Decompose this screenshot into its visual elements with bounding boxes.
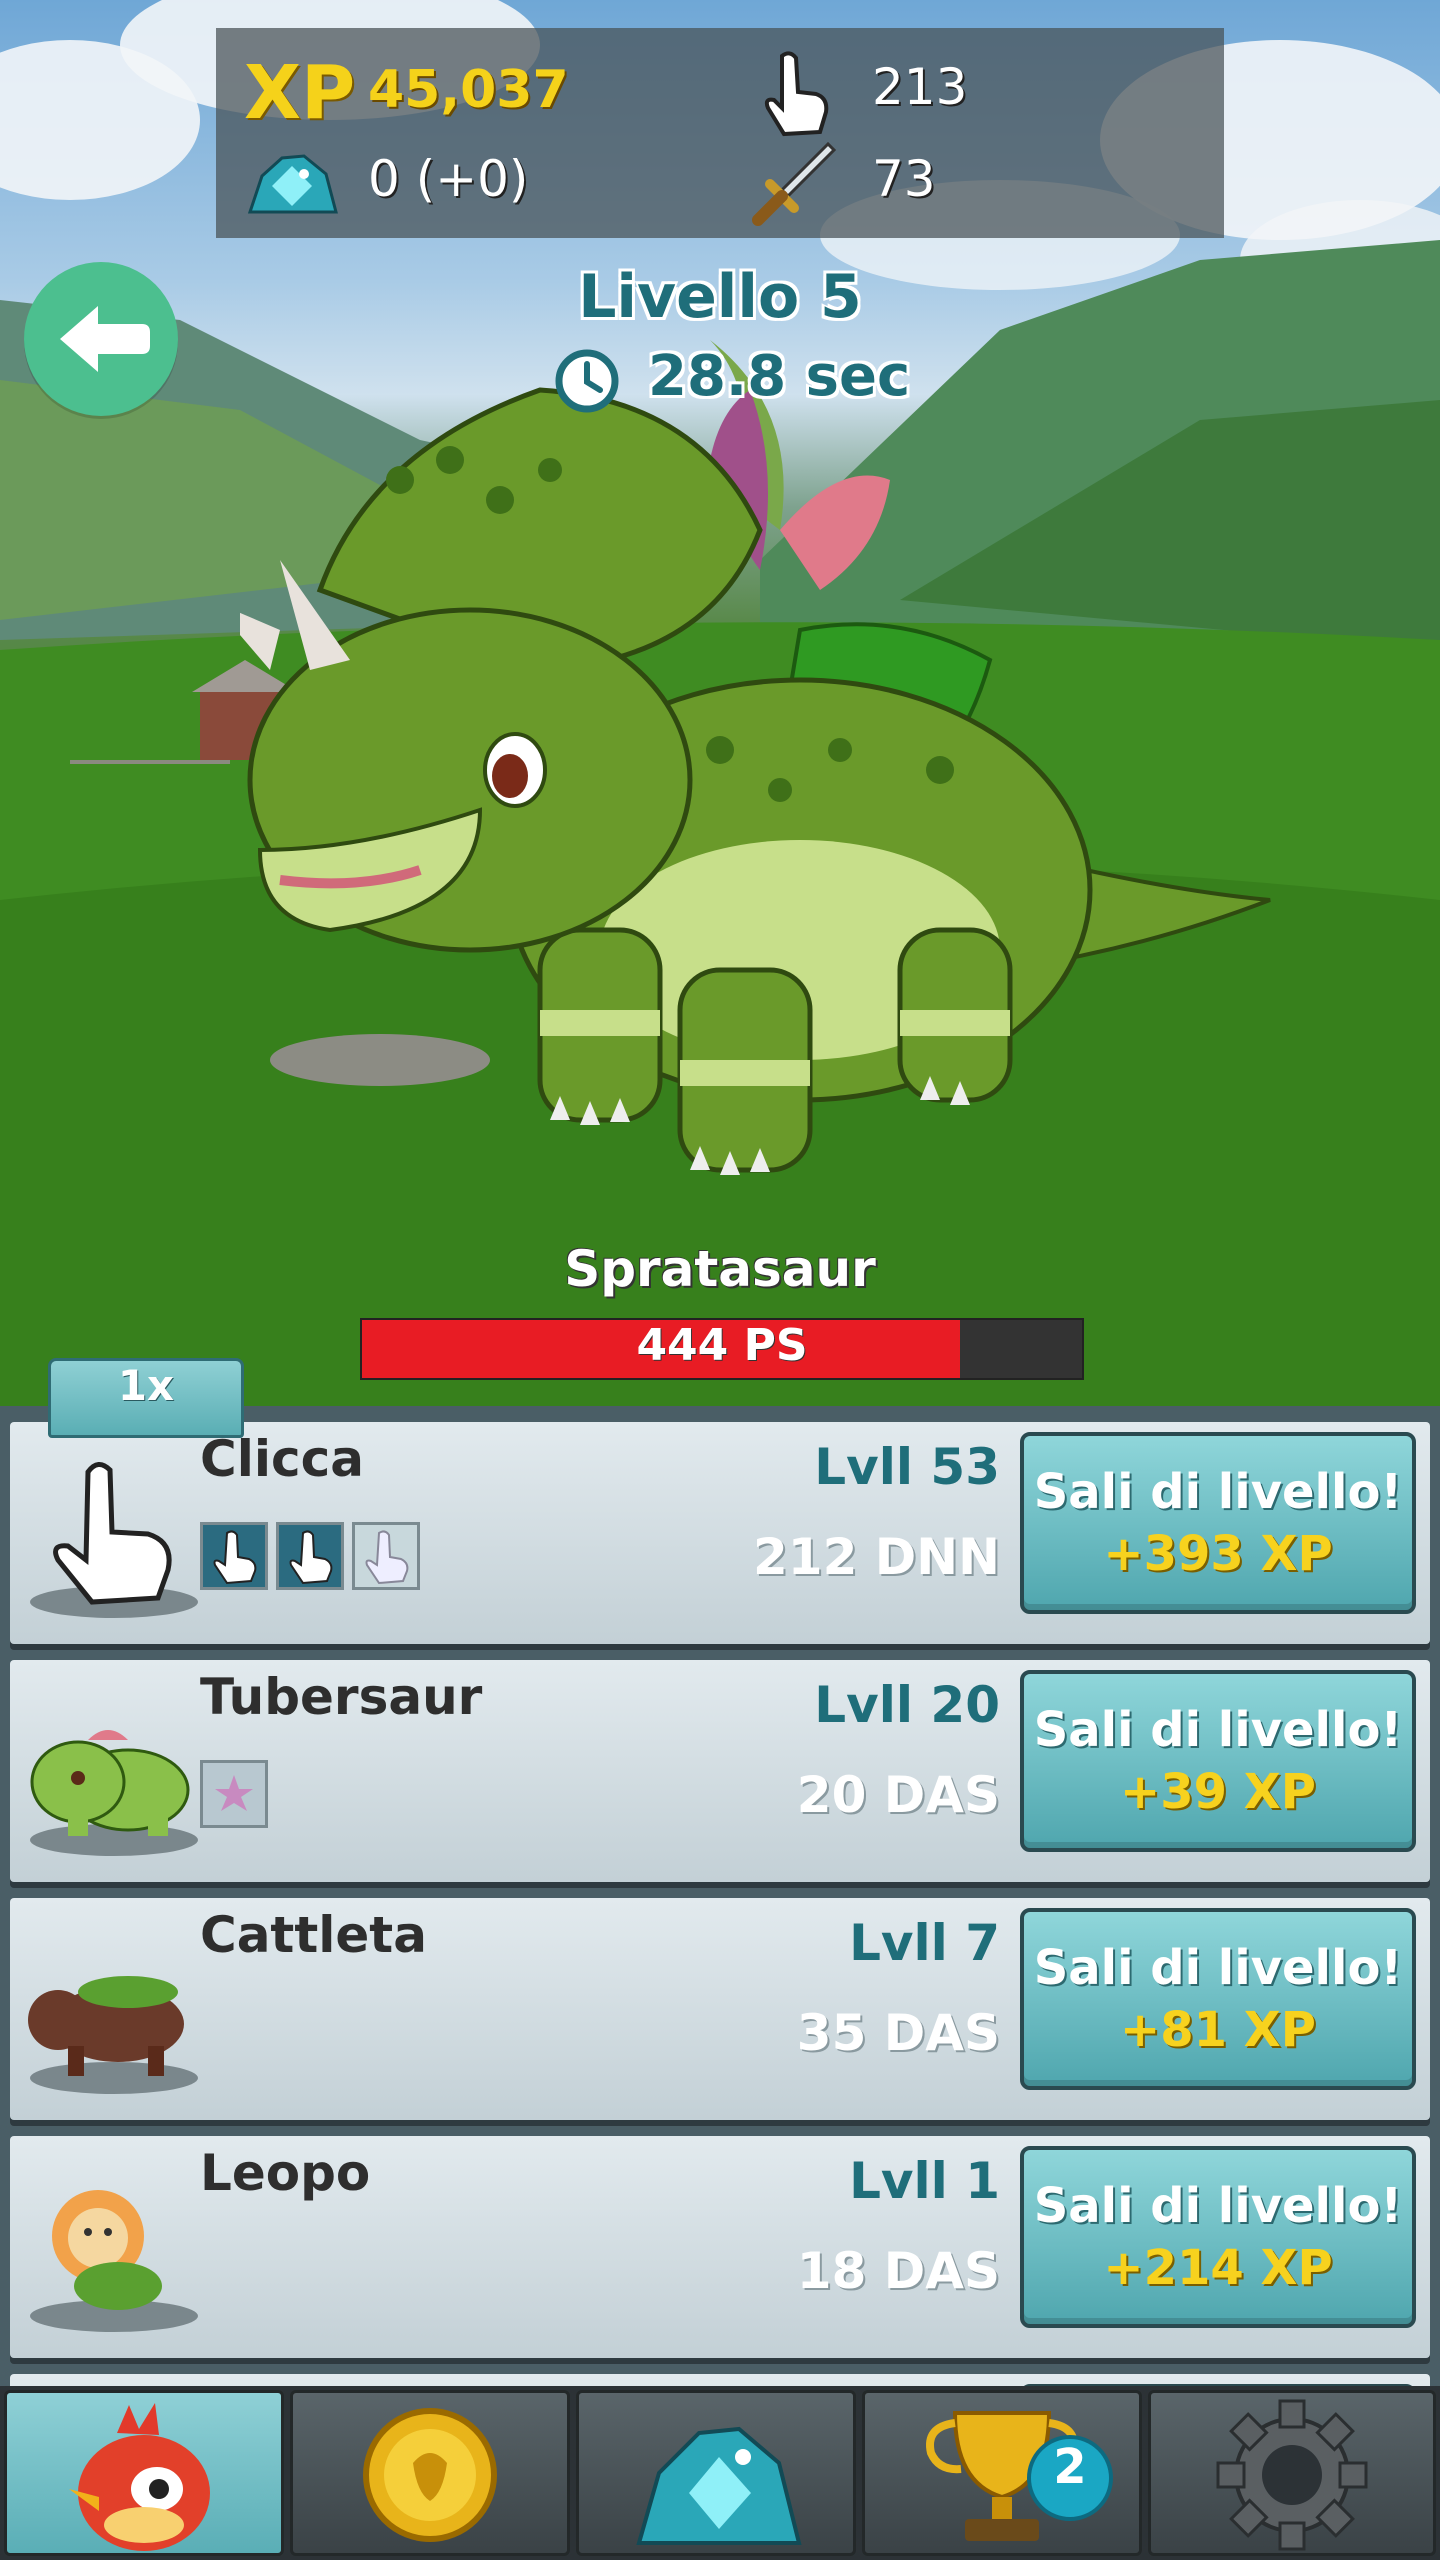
nav-tab-shop[interactable] xyxy=(290,2390,570,2556)
level-up-label: Sali di livello! xyxy=(1033,1940,1403,1996)
back-button[interactable] xyxy=(24,262,178,416)
timer-text: 28.8 sec xyxy=(648,344,911,409)
gems-icon xyxy=(636,2426,802,2545)
arrow-left-icon xyxy=(60,306,150,372)
monster-sprite[interactable] xyxy=(240,330,1300,1270)
hp-bar: 444 PS xyxy=(360,1318,1084,1380)
upgrade-row-tubersaur: Tubersaur Lvll 20 20 DAS Sali di livello… xyxy=(10,1660,1430,1882)
skill-slot-2 xyxy=(276,1522,344,1590)
upgrade-name: Clicca xyxy=(200,1430,364,1488)
upgrade-damage: 18 DAS xyxy=(796,2242,1000,2300)
nav-tab-gems[interactable] xyxy=(576,2390,856,2556)
xp-label: XP xyxy=(244,50,356,136)
upgrade-level: Lvll 7 xyxy=(849,1914,1000,1972)
xp-value: 45,037 xyxy=(368,60,569,120)
level-up-cost: +393 XP xyxy=(1103,1526,1333,1582)
upgrade-damage: 212 DNN xyxy=(753,1528,1000,1586)
level-up-button[interactable]: Sali di livello! +39 XP xyxy=(1020,1670,1416,1852)
tap-hand-icon xyxy=(289,1530,333,1585)
level-up-label: Sali di livello! xyxy=(1033,1464,1403,1520)
gems-value: 0 (+0) xyxy=(368,150,529,208)
level-up-cost: +39 XP xyxy=(1120,1764,1316,1820)
notification-badge: 2 xyxy=(1027,2435,1113,2521)
monster-name: Spratasaur xyxy=(564,1240,876,1298)
upgrade-level: Lvll 20 xyxy=(814,1676,1000,1734)
upgrade-name: Tubersaur xyxy=(200,1668,483,1726)
bird-icon xyxy=(69,2403,210,2551)
upgrade-list[interactable]: Clicca Lvll 53 212 DNN Sali di livello! … xyxy=(0,1406,1440,2390)
tubersaur-portrait xyxy=(30,1730,198,1856)
upgrade-level: Lvll 53 xyxy=(814,1438,1000,1496)
nav-tab-heroes[interactable] xyxy=(4,2390,284,2556)
upgrade-damage: 35 DAS xyxy=(796,2004,1000,2062)
skill-slot-3 xyxy=(352,1522,420,1590)
level-up-button[interactable]: Sali di livello! +393 XP xyxy=(1020,1432,1416,1614)
attack-value: 73 xyxy=(872,150,936,208)
tap-damage-value: 213 xyxy=(872,58,968,116)
nav-tab-settings[interactable] xyxy=(1148,2390,1436,2556)
cattleta-portrait xyxy=(28,1976,198,2094)
fence xyxy=(70,760,230,764)
level-title: Livello 5 xyxy=(578,262,862,332)
upgrade-row-cattleta: Cattleta Lvll 7 35 DAS Sali di livello! … xyxy=(10,1898,1430,2120)
stats-panel: XP 45,037 0 (+0) 213 73 xyxy=(216,28,1224,238)
multiplier-tab[interactable]: 1x xyxy=(48,1358,244,1438)
skill-slot-1 xyxy=(200,1760,268,1828)
gems-icon xyxy=(247,154,338,214)
sword-icon xyxy=(752,141,837,226)
level-up-button[interactable]: Sali di livello! +81 XP xyxy=(1020,1908,1416,2090)
upgrade-name: Cattleta xyxy=(200,1906,427,1964)
tap-hand-icon xyxy=(764,51,829,137)
upgrade-row-leopo: Leopo Lvll 1 18 DAS Sali di livello! +21… xyxy=(10,2136,1430,2358)
skill-slot-1 xyxy=(200,1522,268,1590)
flower-icon xyxy=(215,1775,253,1811)
level-up-cost: +81 XP xyxy=(1120,2002,1316,2058)
level-up-button[interactable]: Sali di livello! +214 XP xyxy=(1020,2146,1416,2328)
tap-hand-icon xyxy=(30,1462,198,1618)
tap-hand-icon xyxy=(213,1530,257,1585)
upgrade-row-clicca: Clicca Lvll 53 212 DNN Sali di livello! … xyxy=(10,1422,1430,1644)
leopo-portrait xyxy=(30,2190,198,2332)
upgrade-level: Lvll 1 xyxy=(849,2152,1000,2210)
bottom-nav: 2 xyxy=(0,2386,1440,2560)
level-up-label: Sali di livello! xyxy=(1033,1702,1403,1758)
level-up-cost: +214 XP xyxy=(1103,2240,1333,2296)
level-up-label: Sali di livello! xyxy=(1033,2178,1403,2234)
gear-icon xyxy=(1216,2399,1368,2551)
tap-hand-icon xyxy=(365,1530,409,1585)
upgrade-name: Leopo xyxy=(200,2144,371,2202)
clock-icon xyxy=(555,349,619,413)
hp-text: 444 PS xyxy=(636,1320,808,1371)
upgrade-damage: 20 DAS xyxy=(796,1766,1000,1824)
nav-tab-achievements[interactable]: 2 xyxy=(862,2390,1142,2556)
coin-icon xyxy=(363,2408,497,2542)
